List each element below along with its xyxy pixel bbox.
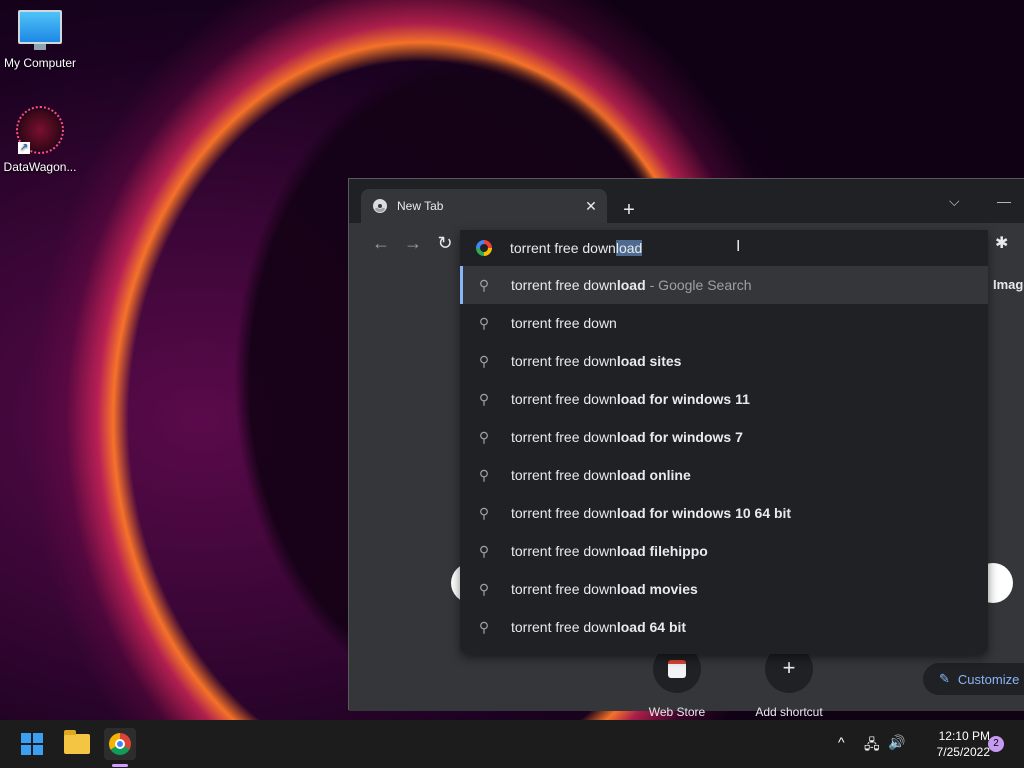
suggestion-typed-part: torrent free down xyxy=(511,391,617,407)
shortcut-arrow-icon: ↗ xyxy=(18,142,30,154)
suggestion-typed-part: torrent free down xyxy=(511,277,617,293)
suggestion-item[interactable]: ⚲ torrent free download sites xyxy=(460,342,988,380)
clock[interactable]: 12:10 PM 7/25/2022 xyxy=(916,728,990,760)
search-icon: ⚲ xyxy=(478,352,490,369)
suggestion-completion-part: load for windows 11 xyxy=(616,391,750,407)
suggestion-item[interactable]: ⚲ torrent free download movies xyxy=(460,570,988,608)
chrome-taskbar-button[interactable] xyxy=(104,728,136,760)
monitor-icon xyxy=(18,10,62,50)
search-icon: ⚲ xyxy=(478,276,490,293)
omnibox-autocomplete-selection: load xyxy=(615,240,643,256)
suggestion-item[interactable]: ⚲ torrent free download for windows 7 xyxy=(460,418,988,456)
tab-title: New Tab xyxy=(397,199,444,213)
search-icon: ⚲ xyxy=(478,504,490,521)
desktop-icon-my-computer[interactable]: My Computer xyxy=(0,10,80,70)
suggestion-typed-part: torrent free down xyxy=(511,429,617,445)
suggestion-text: torrent free down xyxy=(511,315,617,331)
omnibox-typed-text: torrent free down xyxy=(510,240,616,256)
suggestion-item[interactable]: ⚲ torrent free download 64 bit xyxy=(460,608,988,646)
suggestion-completion-part: load filehippo xyxy=(616,543,708,559)
suggestion-completion-part: load xyxy=(616,277,646,293)
windows-logo-icon xyxy=(21,733,43,755)
file-explorer-button[interactable] xyxy=(61,728,93,760)
suggestion-typed-part: torrent free down xyxy=(511,505,617,521)
back-arrow-icon[interactable]: ← xyxy=(371,233,391,253)
tab-close-icon[interactable]: ✕ xyxy=(579,198,603,215)
suggestion-typed-part: torrent free down xyxy=(511,315,617,331)
images-link[interactable]: Image xyxy=(993,277,1024,292)
forward-arrow-icon[interactable]: → xyxy=(403,233,423,253)
customize-button[interactable]: ✎ Customize xyxy=(923,663,1024,695)
text-cursor-icon: I xyxy=(736,238,741,255)
clock-time: 12:10 PM xyxy=(938,729,990,743)
suggestion-text: torrent free download movies xyxy=(511,581,698,597)
suggestion-text: torrent free download for windows 10 64 … xyxy=(511,505,791,521)
suggestion-text: torrent free download online xyxy=(511,467,691,483)
suggestion-item[interactable]: ⚲ torrent free download for windows 11 xyxy=(460,380,988,418)
suggestion-typed-part: torrent free down xyxy=(511,543,617,559)
suggestion-item[interactable]: ⚲ torrent free download online xyxy=(460,456,988,494)
suggestion-item[interactable]: ⚲ torrent free download filehippo xyxy=(460,532,988,570)
suggestion-completion-part: load movies xyxy=(616,581,698,597)
tab-new-tab[interactable]: New Tab ✕ xyxy=(361,189,607,223)
suggestion-completion-part: load online xyxy=(616,467,691,483)
pencil-icon: ✎ xyxy=(939,671,950,686)
suggestion-source: - Google Search xyxy=(649,277,752,293)
suggestion-text: torrent free download xyxy=(511,277,646,293)
search-icon: ⚲ xyxy=(478,618,490,635)
folder-icon xyxy=(64,730,90,754)
suggestion-text: torrent free download for windows 11 xyxy=(511,391,750,407)
chrome-icon xyxy=(109,733,131,755)
suggestion-completion-part: load for windows 7 xyxy=(616,429,743,445)
suggestion-typed-part: torrent free down xyxy=(511,467,617,483)
customize-label: Customize xyxy=(957,671,1020,687)
clock-date: 7/25/2022 xyxy=(936,745,990,759)
notification-badge[interactable]: 2 xyxy=(988,736,1004,752)
omnibox-dropdown: torrent free down load I ⚲ torrent free do… xyxy=(460,230,988,654)
suggestion-typed-part: torrent free down xyxy=(511,619,617,635)
shortcut-label: Add shortcut xyxy=(755,705,823,719)
search-icon: ⚲ xyxy=(478,466,490,483)
extensions-puzzle-icon[interactable]: ✱ xyxy=(995,233,1008,253)
active-app-indicator xyxy=(112,764,128,767)
suggestion-typed-part: torrent free down xyxy=(511,353,617,369)
new-tab-button[interactable]: + xyxy=(619,200,639,221)
suggestion-completion-part: load for windows 10 64 bit xyxy=(616,505,792,521)
shortcut-label: Web Store xyxy=(648,705,706,719)
search-icon: ⚲ xyxy=(478,542,490,559)
suggestion-completion-part: load 64 bit xyxy=(616,619,687,635)
start-button[interactable] xyxy=(16,728,48,760)
suggestion-typed-part: torrent free down xyxy=(511,581,617,597)
desktop-icon-label: My Computer xyxy=(3,56,77,70)
web-store-icon xyxy=(668,660,686,678)
minimize-button[interactable]: — xyxy=(997,193,1011,209)
datawagon-logo-icon: ↗ xyxy=(16,106,64,154)
show-hidden-icons-chevron-icon[interactable]: ^ xyxy=(838,734,845,750)
suggestion-item[interactable]: ⚲ torrent free download for windows 10 64… xyxy=(460,494,988,532)
suggestion-item[interactable]: ⚲ torrent free down xyxy=(460,304,988,342)
search-icon: ⚲ xyxy=(478,314,490,331)
suggestion-text: torrent free download filehippo xyxy=(511,543,708,559)
network-icon[interactable]: 🖧 xyxy=(864,734,880,758)
search-icon: ⚲ xyxy=(478,580,490,597)
suggestion-text: torrent free download sites xyxy=(511,353,681,369)
suggestion-text: torrent free download for windows 7 xyxy=(511,429,743,445)
plus-icon: + xyxy=(782,655,796,680)
chrome-favicon-icon xyxy=(373,199,387,213)
tab-search-chevron-icon[interactable]: ⌵ xyxy=(949,193,960,210)
address-bar-input[interactable]: torrent free down load I xyxy=(460,230,988,266)
search-icon: ⚲ xyxy=(478,428,490,445)
desktop-icon-datawagon[interactable]: ↗ DataWagon... xyxy=(0,106,80,174)
search-icon: ⚲ xyxy=(478,390,490,407)
suggestion-completion-part: load sites xyxy=(616,353,682,369)
suggestion-text: torrent free download 64 bit xyxy=(511,619,686,635)
google-icon xyxy=(476,240,492,256)
tab-strip: New Tab ✕ + ⌵ — xyxy=(349,179,1024,223)
volume-icon[interactable]: 🔊 xyxy=(888,734,905,751)
taskbar: ^ 🖧 🔊 12:10 PM 7/25/2022 2 xyxy=(0,720,1024,768)
reload-icon[interactable]: ↻ xyxy=(435,233,455,253)
suggestion-item[interactable]: ⚲ torrent free download - Google Search xyxy=(460,266,988,304)
desktop-icon-label: DataWagon... xyxy=(3,160,77,174)
